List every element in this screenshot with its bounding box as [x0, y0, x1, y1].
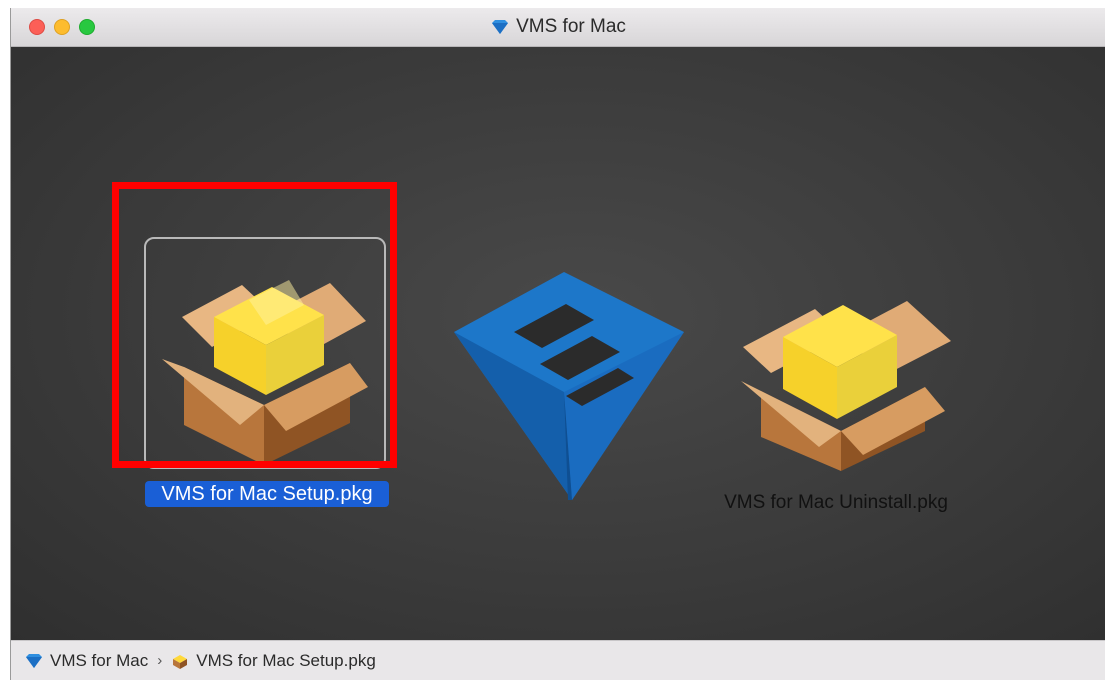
package-icon[interactable]: [171, 653, 189, 669]
vms-logo: [454, 272, 684, 500]
window-title-group: VMS for Mac: [11, 8, 1105, 46]
path-item-file[interactable]: VMS for Mac Setup.pkg: [196, 651, 376, 671]
path-bar: VMS for Mac › VMS for Mac Setup.pkg: [11, 640, 1105, 680]
vms-diamond-icon: [492, 20, 509, 34]
highlight-box: [112, 182, 397, 468]
vms-diamond-icon[interactable]: [25, 653, 43, 669]
file-label-selected[interactable]: VMS for Mac Setup.pkg: [145, 481, 389, 507]
file-label[interactable]: VMS for Mac Uninstall.pkg: [701, 492, 971, 514]
package-icon[interactable]: [727, 261, 957, 471]
title-bar[interactable]: VMS for Mac: [11, 8, 1105, 47]
window-title: VMS for Mac: [516, 16, 626, 37]
path-item-folder[interactable]: VMS for Mac: [50, 651, 148, 671]
path-separator: ›: [157, 652, 163, 669]
